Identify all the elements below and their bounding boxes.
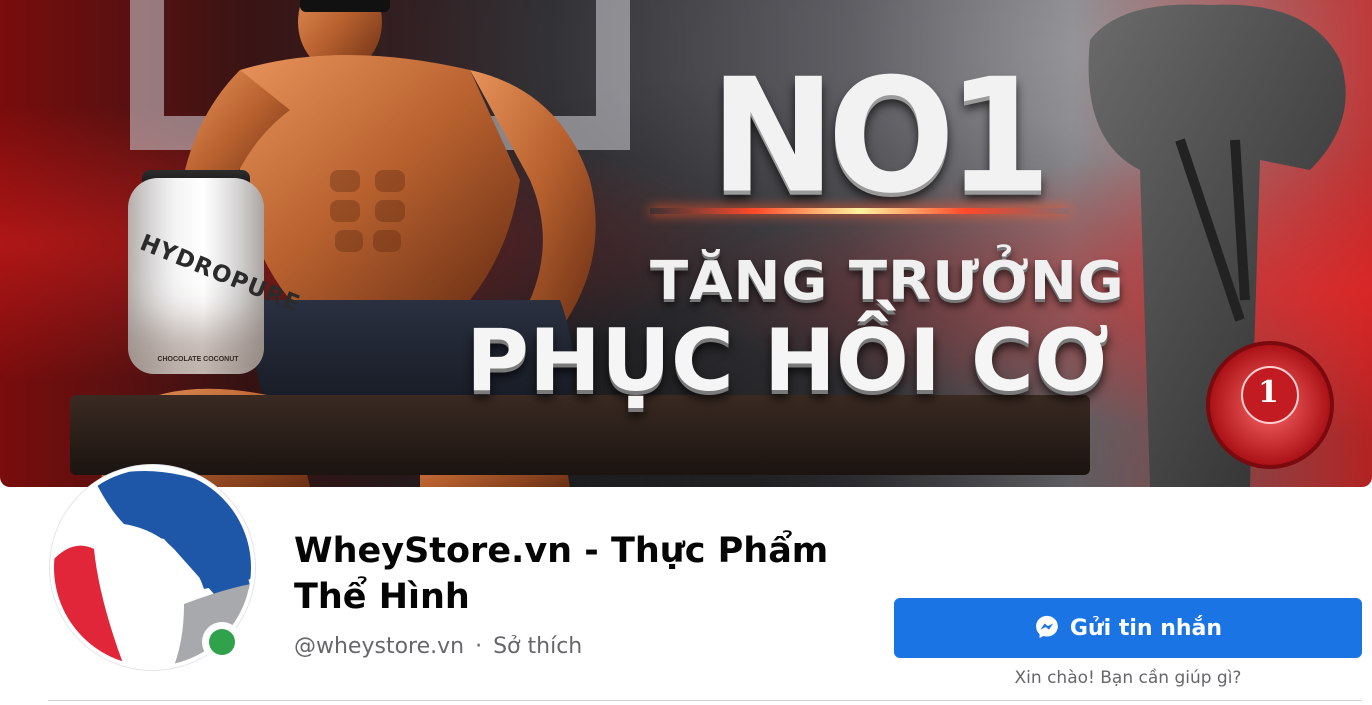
headline-bottom: PHỤC HỒI CƠ (466, 311, 1110, 411)
headline-top: NO1 (710, 45, 1051, 229)
page-category-link[interactable]: Sở thích (493, 634, 582, 659)
cover-photo[interactable]: HYDROPURE CHOCOLATE COCONUT 1 NO1 TĂNG T… (0, 0, 1372, 487)
page-meta: @wheystore.vn · Sở thích (294, 633, 582, 661)
medal-number: 1 (1258, 375, 1279, 410)
header-divider (48, 700, 1362, 701)
headline-middle: TĂNG TRƯỞNG (650, 250, 1125, 313)
page-title: WheyStore.vn - Thực Phẩm Thể Hình (294, 531, 829, 617)
facebook-page-header: HYDROPURE CHOCOLATE COCONUT 1 NO1 TĂNG T… (0, 0, 1372, 705)
send-message-label: Gửi tin nhắn (1069, 615, 1223, 641)
meta-separator: · (475, 634, 483, 659)
page-username: @wheystore.vn (294, 634, 465, 659)
send-message-button[interactable]: Gửi tin nhắn (894, 598, 1362, 658)
product-flavor: CHOCOLATE COCONUT (157, 356, 239, 363)
headline-glow-line (650, 208, 1070, 214)
messenger-icon (1034, 614, 1060, 643)
online-status-indicator (202, 622, 242, 662)
fist-with-medal-illustration (1088, 4, 1346, 487)
message-hint: Xin chào! Bạn cần giúp gì? (1014, 668, 1242, 688)
